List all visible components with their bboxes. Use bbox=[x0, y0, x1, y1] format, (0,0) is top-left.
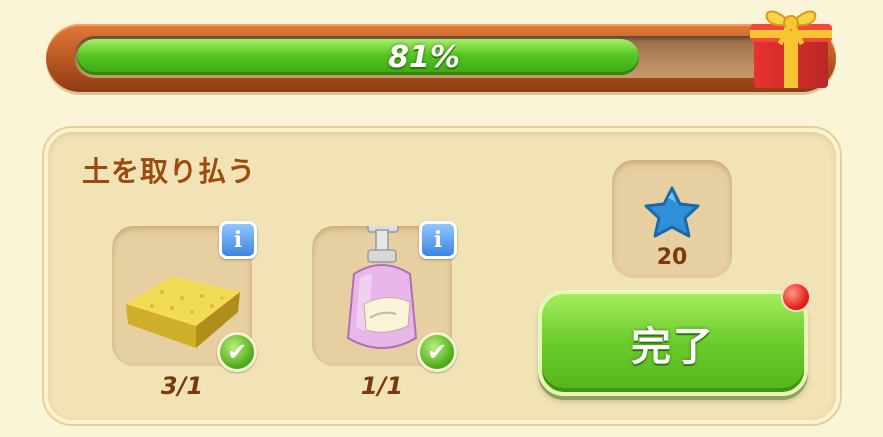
item-info-icon[interactable]: i bbox=[219, 221, 257, 259]
item-info-icon[interactable]: i bbox=[419, 221, 457, 259]
progress-bar: 81% bbox=[46, 24, 836, 92]
reward-amount: 20 bbox=[656, 245, 688, 270]
item-check-icon: ✔ bbox=[417, 332, 457, 372]
progress-label: 81% bbox=[388, 39, 460, 75]
item-check-icon: ✔ bbox=[217, 332, 257, 372]
item-count: 3/1 bbox=[160, 372, 204, 400]
notification-dot bbox=[781, 282, 811, 312]
complete-button-label: 完了 bbox=[631, 324, 715, 370]
gift-box-icon[interactable] bbox=[748, 0, 834, 92]
progress-track: 81% bbox=[74, 36, 774, 78]
task-title: 土を取り払う bbox=[82, 155, 257, 188]
item-count: 1/1 bbox=[360, 372, 404, 400]
complete-button[interactable]: 完了 bbox=[538, 290, 808, 396]
